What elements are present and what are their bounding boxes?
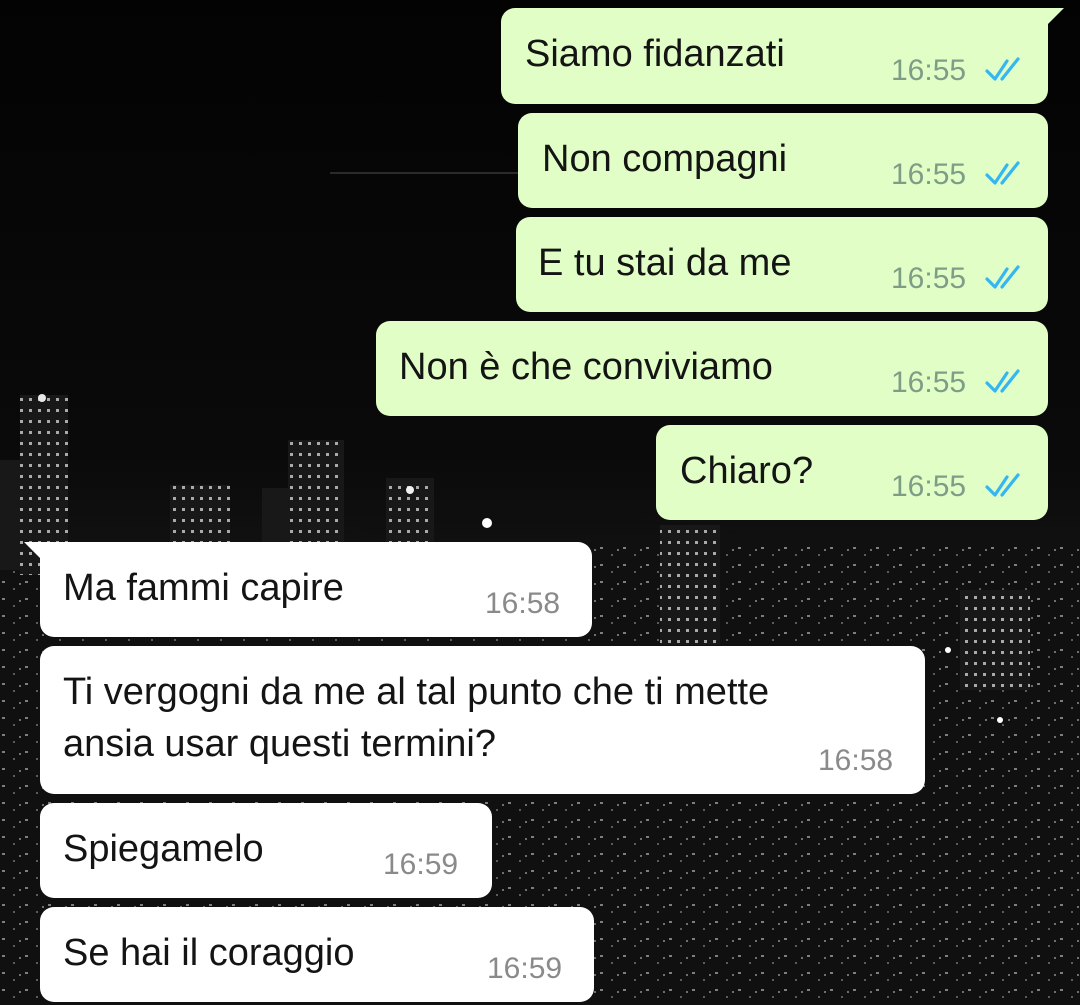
bubble-tail: [24, 542, 46, 564]
outgoing-message[interactable]: Non compagni 16:55: [518, 113, 1048, 208]
outgoing-message[interactable]: E tu stai da me 16:55: [516, 217, 1048, 312]
outgoing-message[interactable]: Siamo fidanzati 16:55: [501, 8, 1064, 104]
message-text: Ma fammi capire: [63, 567, 344, 609]
message-timestamp: 16:55: [891, 54, 967, 87]
double-check-icon: [985, 161, 1020, 185]
double-check-icon: [985, 473, 1020, 497]
message-text-line-2: ansia usar questi termini?: [63, 723, 496, 765]
message-text: Non è che conviviamo: [399, 346, 773, 388]
message-timestamp: 16:59: [487, 952, 563, 985]
outgoing-message[interactable]: Chiaro? 16:55: [656, 425, 1048, 520]
double-check-icon: [985, 265, 1020, 289]
message-timestamp: 16:55: [891, 366, 967, 399]
message-timestamp: 16:55: [891, 158, 967, 191]
outgoing-message[interactable]: Non è che conviviamo 16:55: [376, 321, 1048, 416]
message-text: Spiegamelo: [63, 828, 264, 870]
message-text: Chiaro?: [680, 450, 814, 492]
message-timestamp: 16:59: [383, 848, 459, 881]
message-timestamp: 16:55: [891, 470, 967, 503]
message-timestamp: 16:58: [818, 744, 894, 777]
message-text: E tu stai da me: [538, 242, 792, 284]
message-timestamp: 16:55: [891, 262, 967, 295]
message-text: Non compagni: [542, 138, 788, 180]
incoming-message[interactable]: Ti vergogni da me al tal punto che ti me…: [40, 646, 925, 794]
message-text: Siamo fidanzati: [525, 33, 785, 75]
incoming-message[interactable]: Ma fammi capire 16:58: [24, 542, 592, 637]
incoming-message[interactable]: Se hai il coraggio 16:59: [40, 907, 594, 1002]
double-check-icon: [985, 57, 1020, 81]
message-text-line-1: Ti vergogni da me al tal punto che ti me…: [63, 671, 770, 713]
incoming-message[interactable]: Spiegamelo 16:59: [40, 803, 492, 898]
bubble-tail: [1042, 8, 1064, 30]
message-timestamp: 16:58: [485, 587, 561, 620]
message-text: Se hai il coraggio: [63, 932, 355, 974]
double-check-icon: [985, 369, 1020, 393]
